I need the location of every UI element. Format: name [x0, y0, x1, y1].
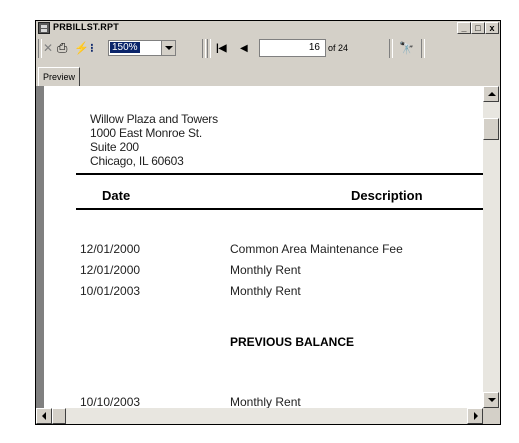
vertical-scrollbar[interactable] [483, 86, 500, 408]
toolbar-separator [389, 39, 393, 58]
toolbar-separator [202, 39, 206, 58]
close-icon[interactable]: ✕ [43, 41, 53, 55]
row-description: Common Area Maintenance Fee [230, 242, 403, 256]
toolbar-separator [207, 39, 211, 58]
chevron-down-icon[interactable] [161, 41, 175, 55]
address-line: Willow Plaza and Towers [90, 112, 218, 126]
row-date: 12/01/2000 [80, 263, 141, 277]
address-block: Willow Plaza and Towers 1000 East Monroe… [90, 112, 218, 168]
toolbar-separator [38, 39, 42, 58]
row-description: Monthly Rent [230, 263, 301, 277]
address-line: Suite 200 [90, 140, 139, 154]
row-date: 10/10/2003 [80, 395, 141, 408]
restore-button[interactable]: □ [471, 22, 485, 34]
scroll-left-icon[interactable] [36, 408, 52, 424]
date-column-header: Date [102, 188, 131, 203]
first-page-icon[interactable]: |◀ [216, 42, 227, 56]
scroll-right-icon[interactable] [467, 408, 483, 424]
report-viewer-window: PRBILLST.RPT _ □ x ✕ ⎙ ⚡ ⁝ 150% |◀ ◀ 16 … [35, 20, 501, 425]
row-description: Monthly Rent [230, 395, 301, 408]
zoom-select[interactable]: 150% [108, 40, 176, 56]
app-icon [38, 22, 50, 34]
address-line: Chicago, IL 60603 [90, 154, 184, 168]
title-bar[interactable]: PRBILLST.RPT _ □ x [36, 21, 500, 36]
previous-balance-label: PREVIOUS BALANCE [230, 335, 355, 349]
resize-grip-icon[interactable] [483, 408, 500, 424]
vertical-scroll-thumb[interactable] [483, 118, 499, 140]
refresh-icon[interactable]: ⚡ [74, 41, 89, 55]
horizontal-scroll-thumb[interactable] [52, 408, 66, 424]
window-title: PRBILLST.RPT [53, 22, 119, 32]
row-date: 10/01/2003 [80, 284, 141, 298]
toolbar: ✕ ⎙ ⚡ ⁝ 150% |◀ ◀ 16 of 24 🔭 [36, 36, 500, 62]
minimize-button[interactable]: _ [457, 22, 471, 34]
address-line: 1000 East Monroe St. [90, 126, 203, 140]
page-number-input[interactable]: 16 [259, 39, 326, 57]
page-total: of 24 [328, 43, 349, 53]
group-tree-icon[interactable]: ⁝ [90, 41, 94, 55]
description-column-header: Description [351, 188, 423, 203]
row-date: 12/01/2000 [80, 242, 141, 256]
header-rule-top [76, 173, 483, 175]
row-description: Monthly Rent [230, 284, 301, 298]
close-button[interactable]: x [485, 22, 499, 34]
previous-page-icon[interactable]: ◀ [240, 42, 248, 56]
toolbar-separator [421, 39, 425, 58]
scroll-down-icon[interactable] [483, 392, 499, 408]
zoom-value: 150% [110, 42, 140, 53]
header-rule-bottom [76, 208, 483, 210]
report-preview-area: Willow Plaza and Towers 1000 East Monroe… [36, 86, 500, 424]
horizontal-scrollbar[interactable] [36, 408, 483, 424]
search-icon[interactable]: 🔭 [399, 41, 414, 55]
scroll-up-icon[interactable] [483, 86, 499, 102]
tab-preview[interactable]: Preview [38, 67, 81, 86]
report-page: Willow Plaza and Towers 1000 East Monroe… [44, 86, 483, 408]
print-icon[interactable]: ⎙ [57, 41, 67, 55]
